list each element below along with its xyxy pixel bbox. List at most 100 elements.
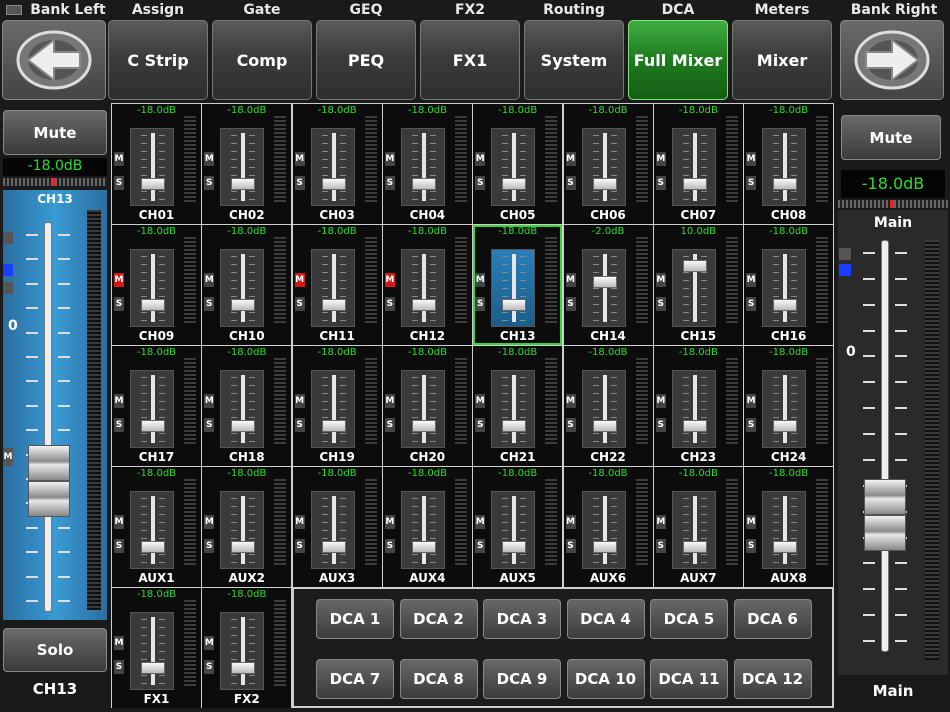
- channel-strip[interactable]: -18.0dB M S CH13: [473, 225, 563, 345]
- channel-strip[interactable]: -18.0dB M S FX1: [112, 588, 201, 708]
- right-fader-knob-lower[interactable]: [864, 515, 906, 552]
- bank-right-button[interactable]: [840, 20, 944, 100]
- channel-fader[interactable]: [400, 128, 445, 206]
- mute-button[interactable]: M: [565, 394, 576, 408]
- fader-knob[interactable]: [231, 298, 256, 311]
- solo-button[interactable]: S: [655, 176, 666, 190]
- fader-knob[interactable]: [502, 540, 527, 553]
- mute-button[interactable]: M: [294, 394, 305, 408]
- fader-knob[interactable]: [592, 275, 617, 288]
- mute-button[interactable]: M: [294, 515, 305, 529]
- channel-fader[interactable]: [581, 249, 626, 327]
- dca-button[interactable]: DCA 3: [483, 599, 561, 639]
- channel-strip[interactable]: -18.0dB M S FX2: [202, 588, 292, 708]
- left-fader-knob[interactable]: [28, 445, 70, 482]
- solo-button[interactable]: S: [114, 660, 124, 674]
- channel-strip[interactable]: -18.0dB M S CH12: [382, 225, 472, 345]
- channel-fader[interactable]: [762, 128, 807, 206]
- left-solo-button[interactable]: Solo: [3, 628, 107, 672]
- channel-fader[interactable]: [130, 128, 174, 206]
- dca-button[interactable]: DCA 1: [316, 599, 394, 639]
- mute-button[interactable]: M: [114, 515, 124, 529]
- fader-knob[interactable]: [321, 540, 346, 553]
- solo-button[interactable]: S: [114, 297, 124, 311]
- left-fader-knob-lower[interactable]: [28, 481, 70, 518]
- channel-strip[interactable]: -18.0dB M S CH20: [382, 346, 472, 466]
- channel-fader[interactable]: [762, 249, 807, 327]
- solo-button[interactable]: S: [475, 176, 486, 190]
- channel-fader[interactable]: [400, 370, 445, 448]
- fader-knob[interactable]: [502, 177, 527, 190]
- tab-full-mixer[interactable]: Full Mixer: [628, 20, 728, 100]
- channel-strip[interactable]: -18.0dB M S CH06: [563, 104, 653, 224]
- left-m-indicator[interactable]: M: [3, 448, 13, 466]
- fader-knob[interactable]: [141, 177, 165, 190]
- channel-fader[interactable]: [491, 370, 536, 448]
- fader-knob[interactable]: [411, 177, 436, 190]
- solo-button[interactable]: S: [746, 539, 757, 553]
- channel-fader[interactable]: [220, 370, 265, 448]
- channel-strip[interactable]: -18.0dB M S AUX8: [744, 467, 834, 587]
- fader-knob[interactable]: [141, 540, 165, 553]
- channel-strip[interactable]: -18.0dB M S CH18: [202, 346, 292, 466]
- channel-strip[interactable]: -18.0dB M S CH09: [112, 225, 201, 345]
- solo-button[interactable]: S: [746, 176, 757, 190]
- channel-strip[interactable]: -18.0dB M S CH03: [292, 104, 382, 224]
- solo-button[interactable]: S: [384, 176, 395, 190]
- channel-strip[interactable]: -2.0dB M S CH14: [563, 225, 653, 345]
- dca-button[interactable]: DCA 5: [650, 599, 728, 639]
- channel-fader[interactable]: [220, 612, 265, 690]
- channel-fader[interactable]: [491, 249, 536, 327]
- solo-button[interactable]: S: [655, 539, 666, 553]
- tab-peq[interactable]: PEQ: [316, 20, 416, 100]
- mute-button[interactable]: M: [204, 394, 215, 408]
- mute-button[interactable]: M: [204, 152, 215, 166]
- fader-knob[interactable]: [231, 177, 256, 190]
- channel-fader[interactable]: [491, 491, 536, 569]
- channel-fader[interactable]: [400, 491, 445, 569]
- fader-knob[interactable]: [502, 298, 527, 311]
- channel-strip[interactable]: -18.0dB M S AUX6: [563, 467, 653, 587]
- fader-knob[interactable]: [321, 419, 346, 432]
- mute-button[interactable]: M: [114, 636, 124, 650]
- channel-fader[interactable]: [130, 370, 174, 448]
- fader-knob[interactable]: [682, 260, 707, 273]
- mute-button[interactable]: M: [475, 152, 486, 166]
- dca-button[interactable]: DCA 4: [566, 599, 645, 639]
- tab-system[interactable]: System: [524, 20, 624, 100]
- solo-button[interactable]: S: [655, 297, 666, 311]
- fader-knob[interactable]: [773, 419, 798, 432]
- solo-button[interactable]: S: [204, 418, 215, 432]
- solo-button[interactable]: S: [384, 297, 395, 311]
- mute-button[interactable]: M: [746, 394, 757, 408]
- solo-button[interactable]: S: [114, 176, 124, 190]
- solo-button[interactable]: S: [204, 176, 215, 190]
- dca-button[interactable]: DCA 12: [733, 659, 812, 699]
- fader-knob[interactable]: [141, 419, 165, 432]
- channel-fader[interactable]: [762, 370, 807, 448]
- channel-strip[interactable]: 10.0dB M S CH15: [653, 225, 743, 345]
- solo-button[interactable]: S: [294, 418, 305, 432]
- fader-knob[interactable]: [592, 177, 617, 190]
- fader-knob[interactable]: [592, 419, 617, 432]
- channel-fader[interactable]: [310, 491, 355, 569]
- channel-strip[interactable]: -18.0dB M S CH02: [202, 104, 292, 224]
- left-mute-button[interactable]: Mute: [3, 110, 107, 155]
- fader-knob[interactable]: [682, 419, 707, 432]
- mute-button[interactable]: M: [746, 515, 757, 529]
- channel-fader[interactable]: [671, 128, 716, 206]
- channel-strip[interactable]: -18.0dB M S AUX7: [653, 467, 743, 587]
- fader-knob[interactable]: [682, 540, 707, 553]
- solo-button[interactable]: S: [475, 539, 486, 553]
- channel-fader[interactable]: [400, 249, 445, 327]
- fader-knob[interactable]: [321, 298, 346, 311]
- channel-strip[interactable]: -18.0dB M S CH05: [473, 104, 563, 224]
- dca-button[interactable]: DCA 11: [650, 659, 728, 699]
- solo-button[interactable]: S: [565, 176, 576, 190]
- tab-c-strip[interactable]: C Strip: [108, 20, 208, 100]
- channel-fader[interactable]: [581, 128, 626, 206]
- channel-strip[interactable]: -18.0dB M S CH19: [292, 346, 382, 466]
- mute-button[interactable]: M: [114, 394, 124, 408]
- solo-button[interactable]: S: [746, 297, 757, 311]
- tab-comp[interactable]: Comp: [212, 20, 312, 100]
